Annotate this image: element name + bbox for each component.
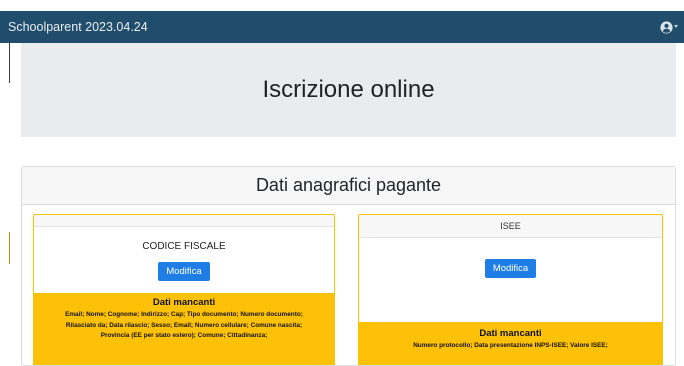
isee-edit-button[interactable]: Modifica	[484, 259, 537, 278]
payer-data-card: Dati anagrafici pagante CODICE FISCALE M…	[21, 166, 676, 366]
fiscal-code-card: CODICE FISCALE Modifica Dati mancanti Em…	[33, 214, 335, 365]
fiscal-code-missing-title: Dati mancanti	[152, 297, 216, 308]
isee-card-header: ISEE	[359, 215, 662, 238]
fiscal-code-label: CODICE FISCALE	[142, 241, 226, 252]
payer-data-title: Dati anagrafici pagante	[22, 167, 675, 205]
app-brand[interactable]: Schoolparent 2023.04.24	[8, 20, 148, 34]
caret-down-icon	[674, 24, 678, 28]
isee-missing-data: Dati mancanti Numero protocollo; Data pr…	[359, 322, 662, 365]
isee-missing-fields: Numero protocollo; Data presentazione IN…	[413, 342, 608, 349]
page-title: Iscrizione online	[262, 76, 435, 103]
fiscal-code-missing-data: Dati mancanti Email; Nome; Cognome; Indi…	[34, 293, 334, 365]
page-header: Iscrizione online	[21, 43, 676, 137]
user-menu-toggle[interactable]	[660, 20, 678, 34]
fiscal-code-missing-fields: Email; Nome; Cognome; Indirizzo; Cap; Ti…	[65, 311, 303, 339]
isee-card: ISEE Modifica Dati mancanti Numero proto…	[358, 214, 663, 365]
left-edge-marker	[9, 232, 10, 264]
fiscal-code-edit-button[interactable]: Modifica	[158, 262, 210, 281]
left-divider	[9, 43, 10, 83]
top-navbar: Schoolparent 2023.04.24	[0, 11, 684, 43]
isee-missing-title: Dati mancanti	[479, 328, 542, 339]
user-circle-icon	[660, 20, 673, 34]
fiscal-code-card-header	[34, 215, 334, 227]
